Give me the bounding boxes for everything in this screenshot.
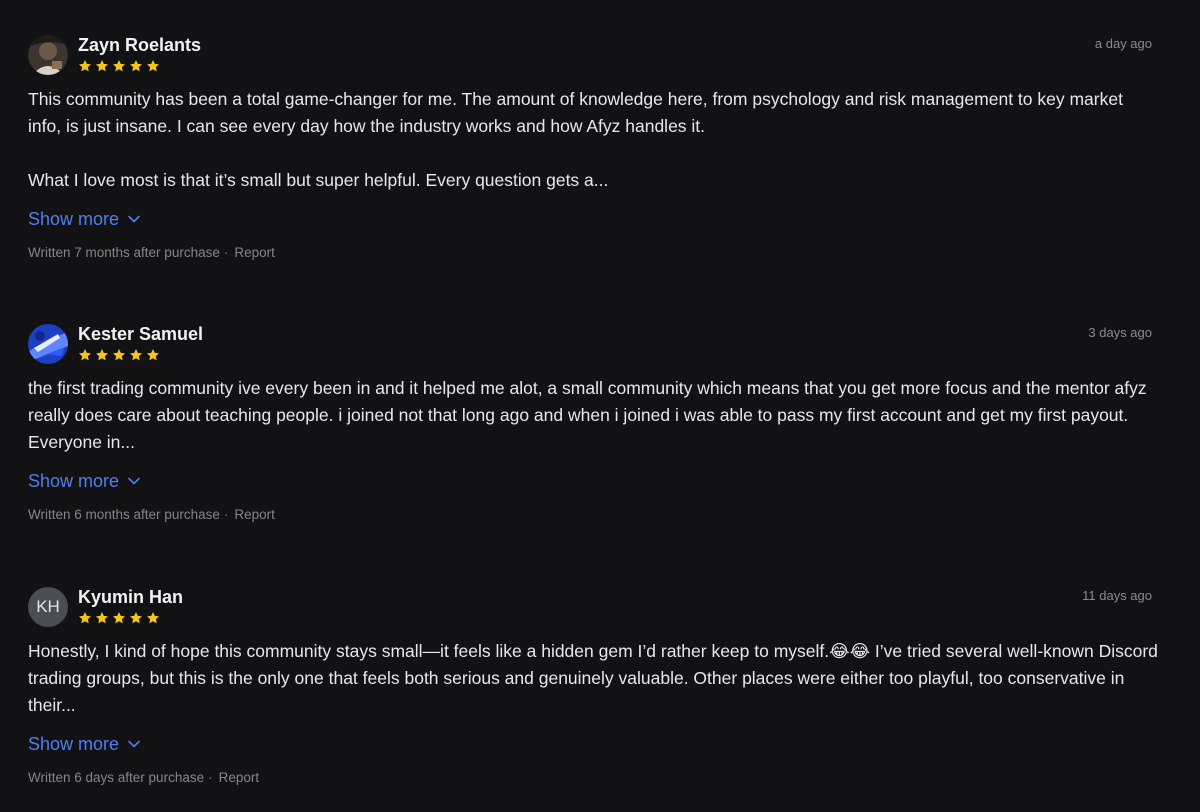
star-rating xyxy=(78,611,160,625)
star-icon xyxy=(146,349,160,361)
show-more-label: Show more xyxy=(28,734,120,754)
review-card: Kester Samuel 3 days ago the first tradi… xyxy=(28,323,1152,524)
review-timestamp: 11 days ago xyxy=(1082,588,1152,603)
star-icon xyxy=(95,612,109,624)
show-more-button[interactable]: Show more xyxy=(28,733,141,755)
star-rating xyxy=(78,59,160,73)
star-icon xyxy=(129,60,143,72)
report-link[interactable]: Report xyxy=(219,770,260,785)
star-icon xyxy=(78,349,92,361)
review-card: Zayn Roelants a day ago This community h… xyxy=(28,34,1152,262)
avatar[interactable] xyxy=(28,324,68,364)
chevron-down-icon xyxy=(128,477,140,485)
review-header: Zayn Roelants a day ago xyxy=(28,34,1152,78)
review-meta: Written 6 months after purchase · Report xyxy=(28,506,1152,524)
star-rating xyxy=(78,348,160,362)
show-more-button[interactable]: Show more xyxy=(28,470,141,492)
review-header: KH Kyumin Han 11 days ago xyxy=(28,586,1152,630)
chevron-down-icon xyxy=(128,215,140,223)
written-after-purchase: Written 6 days after purchase xyxy=(28,770,205,785)
reviewer-name: Zayn Roelants xyxy=(78,35,202,55)
star-icon xyxy=(146,60,160,72)
written-after-purchase: Written 7 months after purchase xyxy=(28,245,220,260)
star-icon xyxy=(112,349,126,361)
review-meta: Written 7 months after purchase · Report xyxy=(28,244,1152,262)
star-icon xyxy=(95,349,109,361)
chevron-down-icon xyxy=(128,740,140,748)
meta-separator: · xyxy=(223,245,229,260)
avatar[interactable] xyxy=(28,35,68,75)
reviewer-name: Kyumin Han xyxy=(78,587,184,607)
report-link[interactable]: Report xyxy=(234,245,275,260)
show-more-button[interactable]: Show more xyxy=(28,208,141,230)
star-icon xyxy=(95,60,109,72)
review-timestamp: a day ago xyxy=(1094,36,1152,51)
meta-separator: · xyxy=(223,507,229,522)
review-body: Honestly, I kind of hope this community … xyxy=(28,641,1158,715)
star-icon xyxy=(78,612,92,624)
star-icon xyxy=(112,60,126,72)
reviewer-name: Kester Samuel xyxy=(78,324,204,344)
review-body: This community has been a total game-cha… xyxy=(28,89,1123,190)
avatar-initials: KH xyxy=(36,597,60,616)
avatar[interactable]: KH xyxy=(28,587,68,627)
review-timestamp: 3 days ago xyxy=(1088,325,1152,340)
review-body: the first trading community ive every be… xyxy=(28,378,1147,452)
review-meta: Written 6 days after purchase · Report xyxy=(28,769,1152,787)
review-header: Kester Samuel 3 days ago xyxy=(28,323,1152,367)
show-more-label: Show more xyxy=(28,209,120,229)
star-icon xyxy=(146,612,160,624)
star-icon xyxy=(78,60,92,72)
show-more-label: Show more xyxy=(28,471,120,491)
meta-separator: · xyxy=(208,770,213,785)
star-icon xyxy=(129,349,143,361)
review-card: KH Kyumin Han 11 days ago Honestly, I ki… xyxy=(28,586,1158,787)
written-after-purchase: Written 6 months after purchase xyxy=(28,507,220,522)
star-icon xyxy=(129,612,143,624)
star-icon xyxy=(112,612,126,624)
report-link[interactable]: Report xyxy=(234,507,275,522)
